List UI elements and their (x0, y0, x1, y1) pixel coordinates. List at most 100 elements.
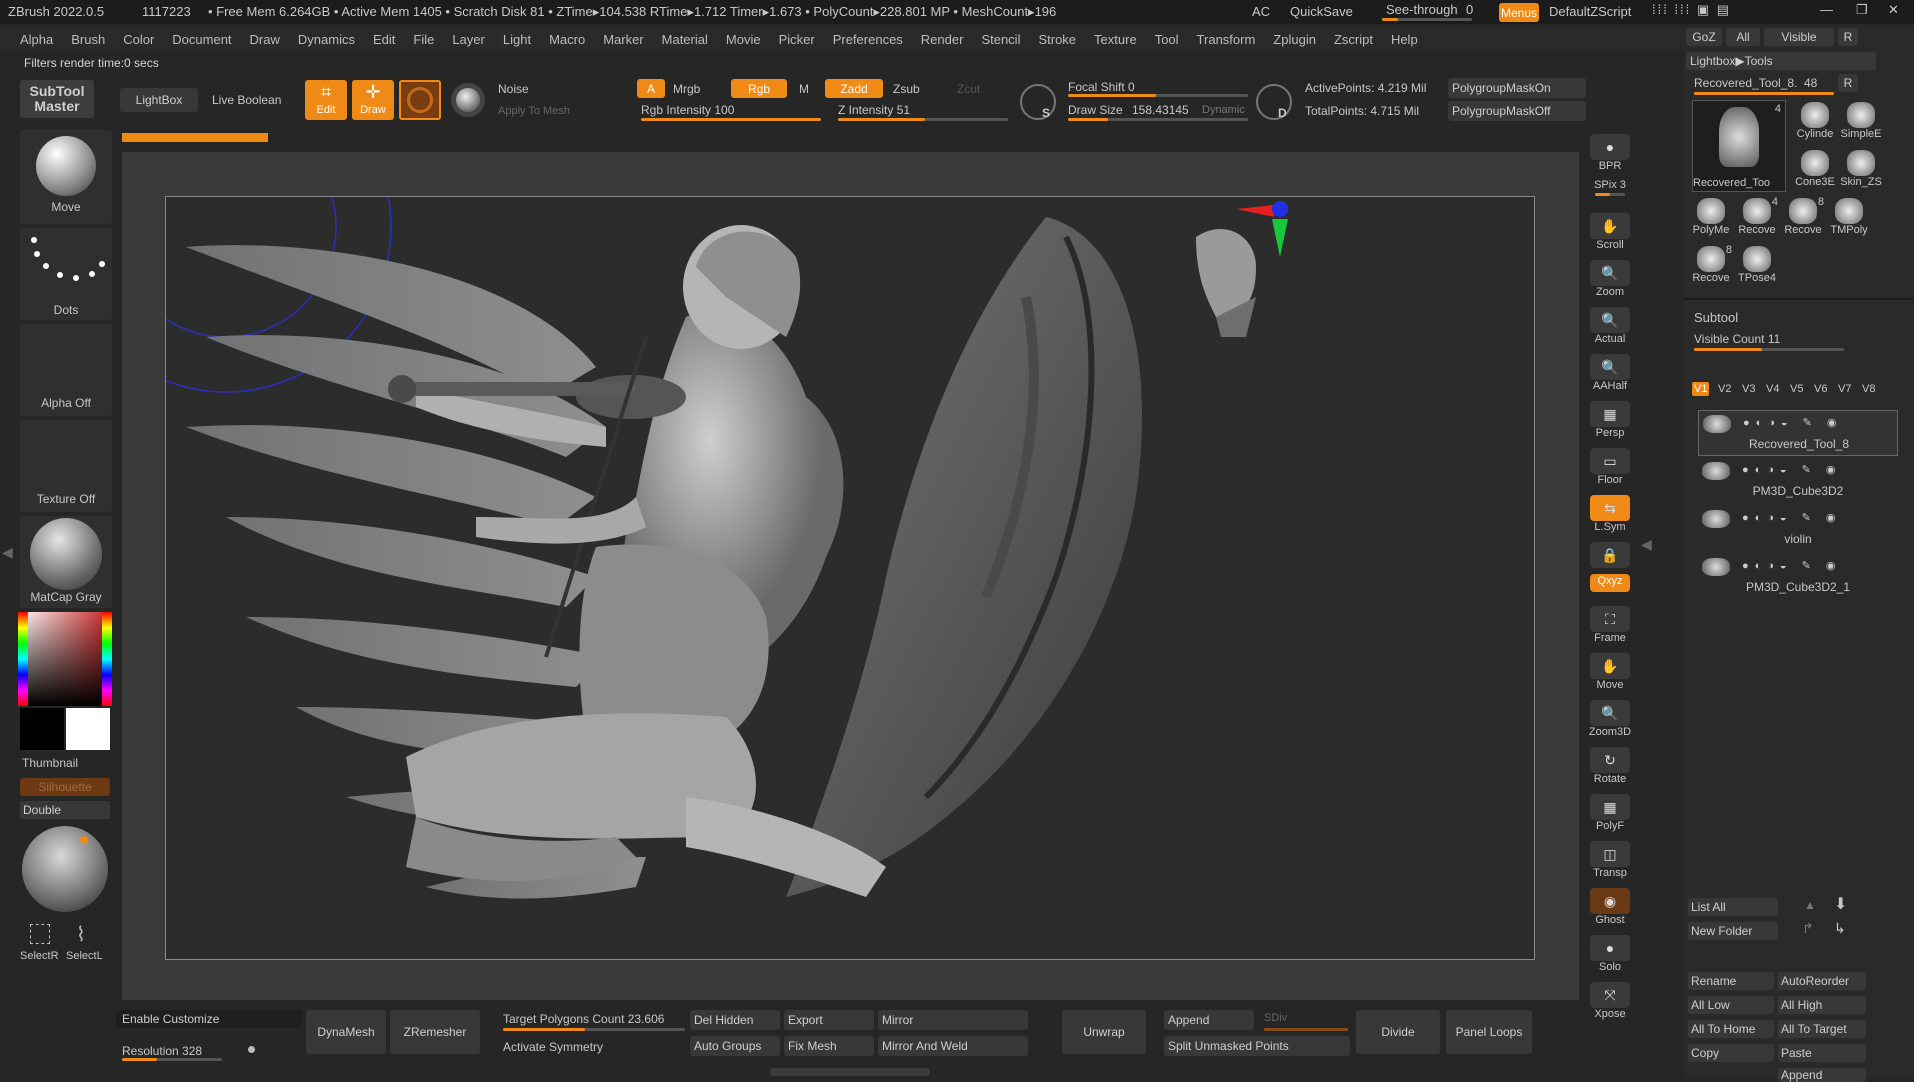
new-folder-button[interactable]: New Folder (1688, 922, 1778, 940)
shelf-move-button[interactable]: ✋ Move (1586, 651, 1634, 696)
menu-help[interactable]: Help (1391, 32, 1418, 47)
menu-material[interactable]: Material (662, 32, 708, 47)
menu-brush[interactable]: Brush (71, 32, 105, 47)
angel-violinist-model[interactable] (60, 61, 1536, 961)
rgb-intensity-slider[interactable] (641, 118, 821, 121)
selectr-label[interactable]: SelectR (20, 950, 59, 962)
shelf-xyz-button[interactable]: Qxyz (1586, 572, 1634, 602)
version-v2-button[interactable]: V2 (1716, 382, 1733, 396)
export-button[interactable]: Export (784, 1010, 874, 1030)
tool-slider[interactable] (1694, 92, 1834, 95)
folder-down-icon[interactable]: ↳ (1834, 920, 1846, 937)
selectlasso-icon[interactable]: ⌇ (76, 922, 86, 947)
rgb-intensity-label[interactable]: Rgb Intensity 100 (641, 103, 734, 117)
tool-thumb[interactable]: Recove 8 (1688, 244, 1734, 290)
subtool-title[interactable]: Subtool (1694, 310, 1738, 325)
split-unmasked-button[interactable]: Split Unmasked Points (1164, 1036, 1350, 1056)
tool-thumb[interactable]: Cone3E (1792, 148, 1838, 194)
menu-zscript[interactable]: Zscript (1334, 32, 1373, 47)
visible-button[interactable]: Visible (1764, 28, 1834, 46)
right-collapse-arrow[interactable]: ◀ (1641, 536, 1652, 553)
shelf-spix-button[interactable]: SPix 3 (1586, 179, 1634, 209)
shelf-lock-button[interactable]: 🔒 (1586, 540, 1634, 570)
move-down-arrow-icon[interactable]: ⬇ (1834, 894, 1847, 914)
current-tool-name[interactable]: Recovered_Tool_8. (1694, 76, 1797, 90)
hue-strip-left[interactable] (18, 612, 28, 706)
menu-transform[interactable]: Transform (1197, 32, 1256, 47)
mirror-and-weld-button[interactable]: Mirror And Weld (878, 1036, 1028, 1056)
version-v5-button[interactable]: V5 (1788, 382, 1805, 396)
focal-shift-slider[interactable] (1068, 94, 1248, 97)
color-picker-square[interactable] (18, 612, 112, 706)
unwrap-button[interactable]: Unwrap (1062, 1010, 1146, 1054)
tool-thumb[interactable]: Recove 8 (1780, 196, 1826, 242)
shelf-polyf-button[interactable]: ▦ PolyF (1586, 792, 1634, 837)
draw-button[interactable]: ✛ Draw (352, 80, 394, 120)
version-v1-button[interactable]: V1 (1692, 382, 1710, 396)
append-button[interactable]: Append (1164, 1010, 1254, 1030)
live-boolean-button[interactable]: Live Boolean (212, 93, 281, 107)
list-all-button[interactable]: List All (1688, 898, 1778, 916)
focal-shift-label[interactable]: Focal Shift 0 (1068, 80, 1135, 94)
mirror-button[interactable]: Mirror (878, 1010, 1028, 1030)
m-button[interactable]: M (799, 82, 809, 96)
menu-layer[interactable]: Layer (452, 32, 485, 47)
goz-button[interactable]: GoZ (1686, 28, 1722, 46)
left-collapse-arrow[interactable]: ◀ (2, 544, 13, 561)
menu-marker[interactable]: Marker (603, 32, 643, 47)
all-low-button[interactable]: All Low (1688, 996, 1774, 1014)
target-polygons-label[interactable]: Target Polygons Count 23.606 (503, 1012, 664, 1026)
append-subtool-button[interactable]: Append (1778, 1068, 1866, 1082)
polygroup-mask-on-button[interactable]: PolygroupMaskOn (1448, 78, 1586, 98)
tool-thumb[interactable]: PolyMe (1688, 196, 1734, 242)
all-to-home-button[interactable]: All To Home (1688, 1020, 1774, 1038)
subtool-toggles[interactable]: ●◐◑◒ ✎ ◉ (1742, 463, 1892, 476)
ui-icons[interactable]: ⁞⁞⁞ ⁞⁞⁞ ▣ ▤ (1652, 2, 1731, 18)
menu-movie[interactable]: Movie (726, 32, 761, 47)
menu-file[interactable]: File (413, 32, 434, 47)
ac-button[interactable]: AC (1252, 4, 1270, 19)
menu-draw[interactable]: Draw (250, 32, 280, 47)
stroke-d-icon[interactable]: D (1256, 84, 1292, 120)
paste-button[interactable]: Paste (1778, 1044, 1866, 1062)
menu-preferences[interactable]: Preferences (833, 32, 903, 47)
version-v6-button[interactable]: V6 (1812, 382, 1829, 396)
resolution-dot[interactable] (248, 1046, 255, 1053)
panel-loops-button[interactable]: Panel Loops (1446, 1010, 1532, 1054)
menu-picker[interactable]: Picker (779, 32, 815, 47)
default-zscript[interactable]: DefaultZScript (1549, 4, 1631, 19)
mrgb-button[interactable]: Mrgb (673, 82, 700, 96)
tool-thumb[interactable]: SimpleE (1838, 100, 1884, 146)
subtool-row[interactable]: ●◐◑◒ ✎ ◉ PM3D_Cube3D2_1 (1698, 554, 1898, 600)
auto-groups-button[interactable]: Auto Groups (690, 1036, 780, 1056)
sdiv-slider[interactable] (1264, 1028, 1348, 1031)
draw-size-label[interactable]: Draw Size (1068, 103, 1123, 117)
subtool-toggles[interactable]: ●◐◑◒ ✎ ◉ (1742, 559, 1892, 572)
shelf-ghost-button[interactable]: ◉ Ghost (1586, 886, 1634, 931)
menu-stroke[interactable]: Stroke (1038, 32, 1076, 47)
current-tool-thumbnail[interactable]: 4 Recovered_Too (1692, 100, 1786, 192)
menu-dynamics[interactable]: Dynamics (298, 32, 355, 47)
menu-render[interactable]: Render (921, 32, 964, 47)
secondary-color-swatch[interactable] (20, 708, 64, 750)
stroke-s-icon[interactable]: S (1020, 84, 1056, 120)
tool-thumb[interactable]: TPose4 (1734, 244, 1780, 290)
dynamic-button[interactable]: Dynamic (1202, 104, 1245, 116)
subtool-row[interactable]: ●◐◑◒ ✎ ◉ Recovered_Tool_8 (1698, 410, 1898, 456)
canvas[interactable] (60, 61, 1579, 1000)
texture-button[interactable]: Texture Off (20, 420, 112, 512)
main-color-swatch[interactable] (66, 708, 110, 750)
shelf-aahalf-button[interactable]: 🔍 AAHalf (1586, 352, 1634, 397)
shelf-floor-button[interactable]: ▭ Floor (1586, 446, 1634, 491)
sdiv-label[interactable]: SDiv (1264, 1012, 1287, 1024)
version-v3-button[interactable]: V3 (1740, 382, 1757, 396)
move-mode-button[interactable] (399, 80, 441, 120)
z-intensity-slider[interactable] (838, 118, 1008, 121)
brush-button[interactable]: Move (20, 130, 112, 224)
shelf-bpr-button[interactable]: ● BPR (1586, 132, 1634, 177)
target-polygons-slider[interactable] (503, 1028, 685, 1031)
rgb-button[interactable]: Rgb (731, 79, 787, 98)
version-v4-button[interactable]: V4 (1764, 382, 1781, 396)
draw-size-slider[interactable] (1068, 118, 1248, 121)
light-position-dot[interactable] (80, 836, 88, 844)
